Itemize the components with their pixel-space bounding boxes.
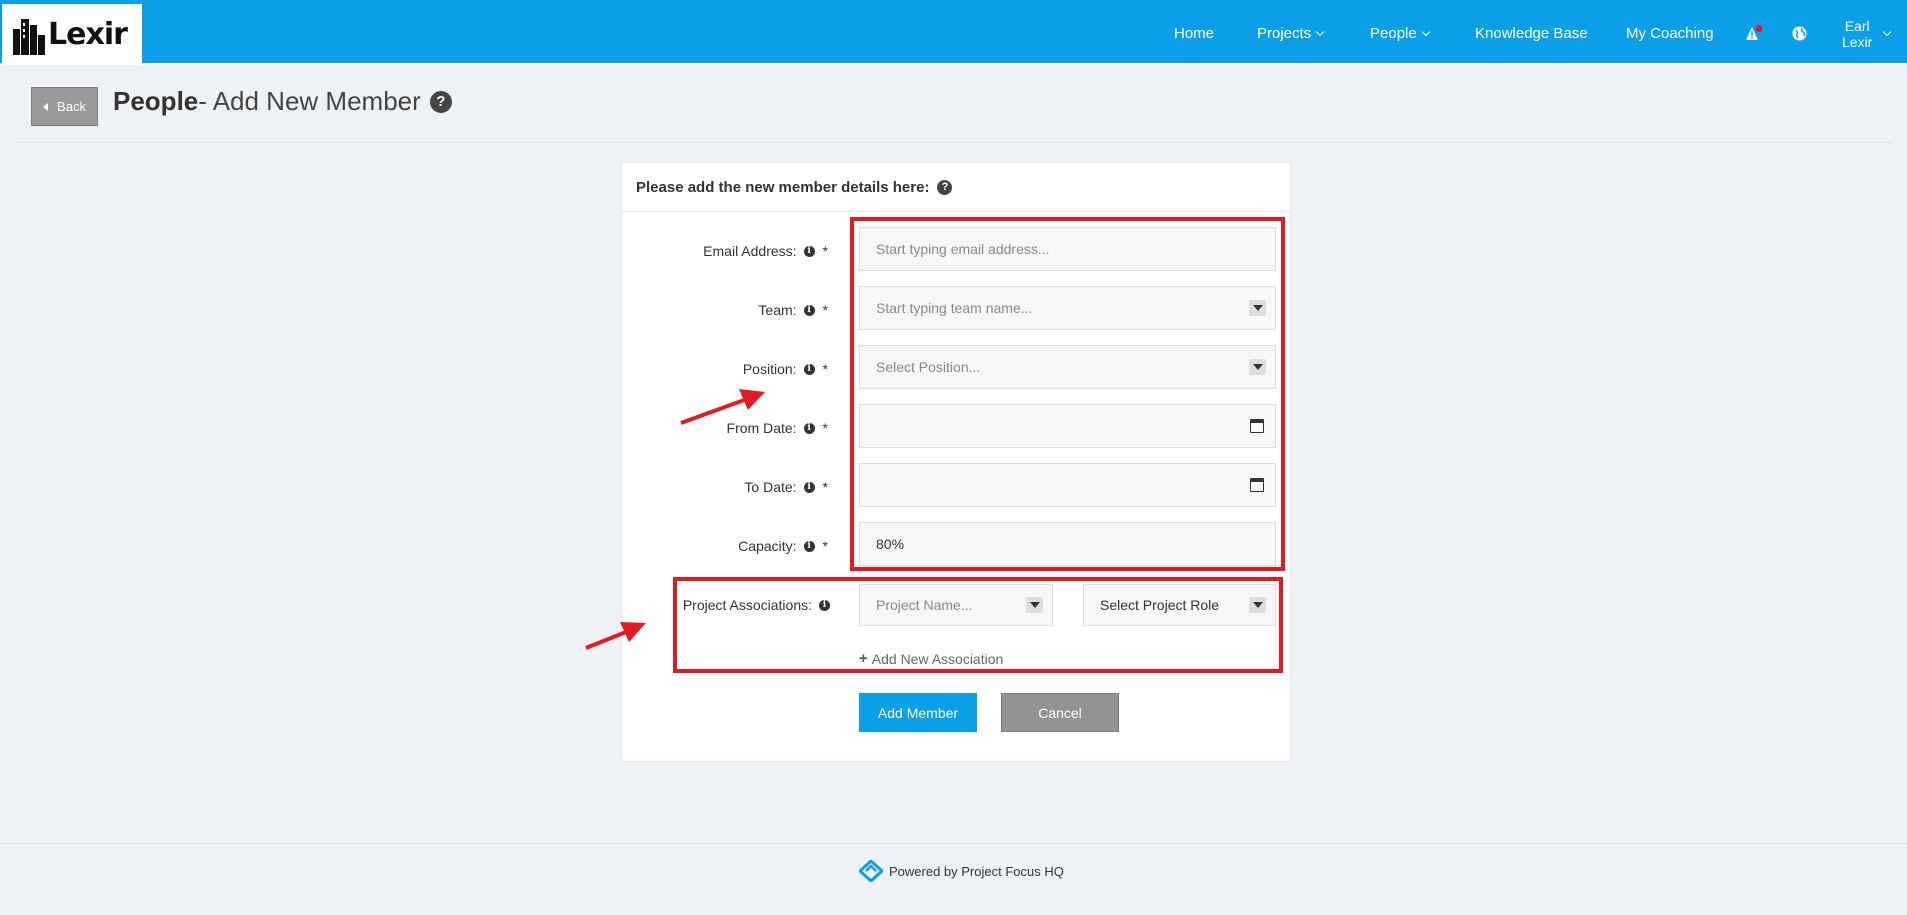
- top-navbar: Lexir Home Projects People Knowledge Bas…: [0, 0, 1907, 65]
- nav-people[interactable]: People: [1370, 2, 1430, 65]
- required-mark: *: [822, 538, 828, 554]
- annotation-arrow-icon: [680, 389, 765, 425]
- card-heading: Please add the new member details here: …: [622, 163, 1290, 212]
- footer: Powered by Project Focus HQ: [859, 860, 1064, 882]
- help-icon[interactable]: ?: [937, 179, 953, 195]
- nav-projects-label: Projects: [1257, 25, 1312, 42]
- chevron-down-icon: [1315, 27, 1325, 36]
- team-label: Team: i *: [758, 302, 828, 318]
- page-title: People - Add New Member ?: [113, 86, 452, 117]
- team-label-text: Team:: [758, 302, 797, 318]
- alert-triangle-icon: [1746, 24, 1763, 40]
- info-icon[interactable]: i: [803, 422, 815, 434]
- email-label-text: Email Address:: [703, 243, 797, 259]
- capacity-label-text: Capacity:: [738, 538, 797, 554]
- app-logo[interactable]: Lexir: [2, 4, 142, 65]
- cancel-button[interactable]: Cancel: [1001, 693, 1119, 732]
- info-icon[interactable]: i: [803, 245, 815, 257]
- footer-text: Powered by Project Focus HQ: [889, 863, 1064, 879]
- globe-icon: [1792, 26, 1807, 41]
- nav-home[interactable]: Home: [1174, 2, 1214, 65]
- back-button[interactable]: Back: [31, 87, 98, 126]
- nav-projects[interactable]: Projects: [1257, 2, 1325, 65]
- email-label: Email Address: i *: [703, 243, 828, 259]
- building-logo-icon: [13, 18, 45, 55]
- page-title-section: People: [113, 86, 199, 116]
- user-first-name: Earl: [1844, 17, 1870, 34]
- required-mark: *: [822, 420, 828, 436]
- card-heading-text: Please add the new member details here:: [636, 178, 930, 196]
- back-label: Back: [57, 99, 86, 114]
- position-label-text: Position:: [742, 361, 797, 377]
- nav-people-label: People: [1370, 25, 1417, 42]
- annotation-box-project-associations: [673, 577, 1283, 673]
- user-last-name: Lexir: [1842, 33, 1873, 50]
- info-icon[interactable]: i: [803, 540, 815, 552]
- required-mark: *: [822, 302, 828, 318]
- page-title-text: - Add New Member: [198, 86, 421, 116]
- chevron-down-icon: [1421, 27, 1430, 36]
- to-date-label-text: To Date:: [744, 479, 797, 495]
- required-mark: *: [822, 243, 828, 259]
- info-icon[interactable]: i: [803, 363, 815, 375]
- add-member-button[interactable]: Add Member: [859, 693, 977, 732]
- language-button[interactable]: [1792, 2, 1807, 65]
- to-date-label: To Date: i *: [744, 479, 828, 495]
- nav-knowledge-base[interactable]: Knowledge Base: [1475, 2, 1588, 65]
- capacity-label: Capacity: i *: [738, 538, 828, 554]
- help-icon[interactable]: ?: [429, 90, 452, 113]
- info-icon[interactable]: i: [803, 481, 815, 493]
- user-name: Earl Lexir: [1842, 18, 1872, 50]
- required-mark: *: [822, 479, 828, 495]
- annotation-box-member-fields: [850, 217, 1285, 571]
- chevron-down-icon: [1883, 27, 1892, 36]
- header-divider: [16, 142, 1892, 143]
- position-label: Position: i *: [743, 361, 828, 377]
- caret-left-icon: [43, 102, 49, 111]
- footer-divider: [0, 843, 1907, 844]
- logo-text: Lexir: [48, 17, 128, 52]
- project-focus-logo-icon: [859, 860, 883, 882]
- alerts-button[interactable]: [1745, 2, 1763, 65]
- annotation-arrow-icon: [585, 622, 646, 650]
- info-icon[interactable]: i: [803, 304, 815, 316]
- nav-my-coaching[interactable]: My Coaching: [1626, 2, 1714, 65]
- required-mark: *: [822, 361, 828, 377]
- user-menu[interactable]: Earl Lexir: [1842, 2, 1892, 65]
